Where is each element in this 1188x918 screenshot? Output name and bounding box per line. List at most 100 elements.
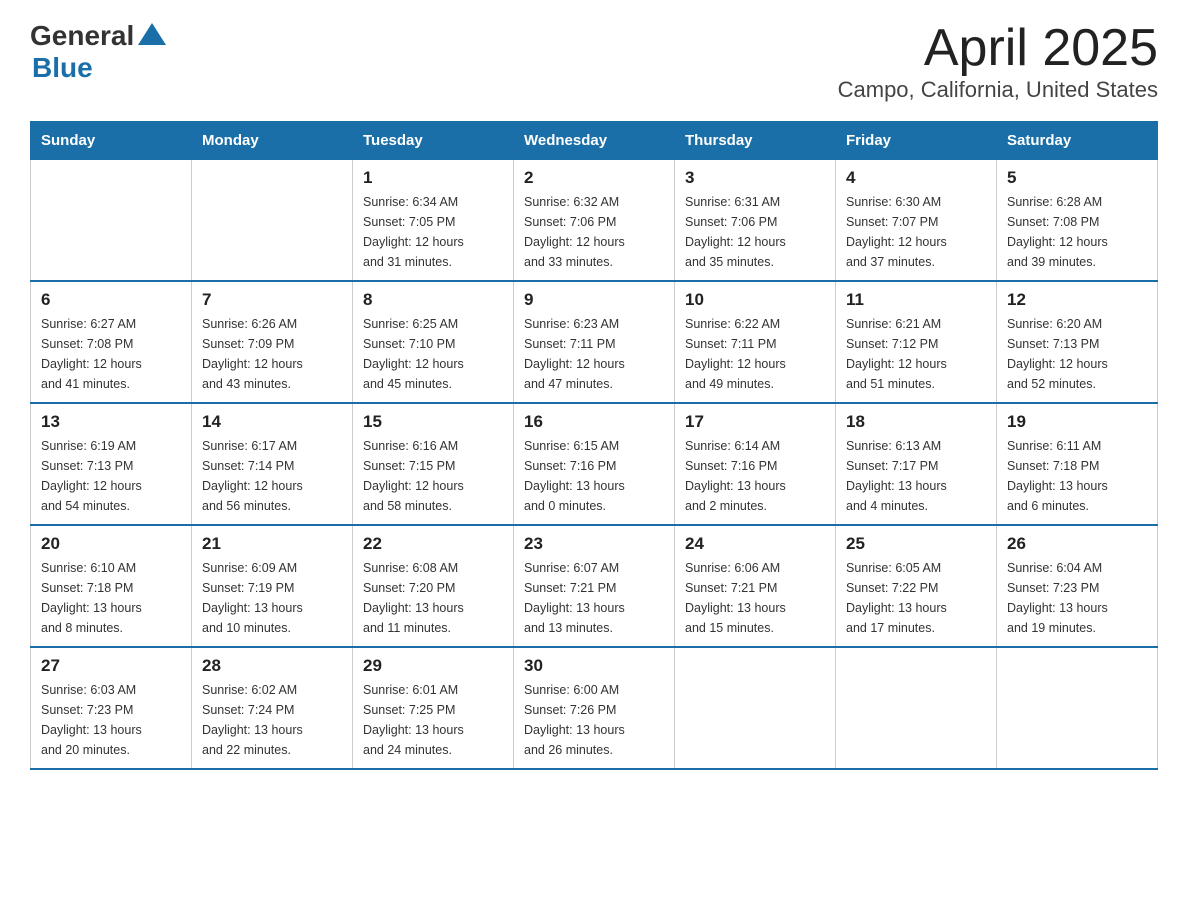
day-number: 4 <box>846 168 986 188</box>
calendar-header-thursday: Thursday <box>675 122 836 160</box>
day-number: 6 <box>41 290 181 310</box>
day-info: Sunrise: 6:10 AM Sunset: 7:18 PM Dayligh… <box>41 558 181 638</box>
day-number: 21 <box>202 534 342 554</box>
logo: General Blue <box>30 20 166 84</box>
logo-blue-text: Blue <box>32 52 166 84</box>
day-number: 8 <box>363 290 503 310</box>
day-number: 10 <box>685 290 825 310</box>
day-number: 12 <box>1007 290 1147 310</box>
calendar-empty-cell <box>997 647 1158 769</box>
day-info: Sunrise: 6:28 AM Sunset: 7:08 PM Dayligh… <box>1007 192 1147 272</box>
day-number: 26 <box>1007 534 1147 554</box>
calendar-day-19: 19Sunrise: 6:11 AM Sunset: 7:18 PM Dayli… <box>997 403 1158 525</box>
day-number: 11 <box>846 290 986 310</box>
day-info: Sunrise: 6:09 AM Sunset: 7:19 PM Dayligh… <box>202 558 342 638</box>
calendar-header-tuesday: Tuesday <box>353 122 514 160</box>
calendar-header-sunday: Sunday <box>31 122 192 160</box>
calendar-header-row: SundayMondayTuesdayWednesdayThursdayFrid… <box>31 122 1158 160</box>
day-info: Sunrise: 6:03 AM Sunset: 7:23 PM Dayligh… <box>41 680 181 760</box>
day-number: 13 <box>41 412 181 432</box>
calendar-day-9: 9Sunrise: 6:23 AM Sunset: 7:11 PM Daylig… <box>514 281 675 403</box>
day-number: 30 <box>524 656 664 676</box>
calendar-day-8: 8 Sunrise: 6:25 AM Sunset: 7:10 PM Daylig… <box>353 281 514 403</box>
calendar-day-20: 20 Sunrise: 6:10 AM Sunset: 7:18 PM Dayli… <box>31 525 192 647</box>
day-number: 29 <box>363 656 503 676</box>
calendar-day-13: 13 Sunrise: 6:19 AM Sunset: 7:13 PM Dayli… <box>31 403 192 525</box>
day-number: 18 <box>846 412 986 432</box>
day-info: Sunrise: 6:02 AM Sunset: 7:24 PM Dayligh… <box>202 680 342 760</box>
calendar-day-21: 21 Sunrise: 6:09 AM Sunset: 7:19 PM Dayli… <box>192 525 353 647</box>
day-info: Sunrise: 6:19 AM Sunset: 7:13 PM Dayligh… <box>41 436 181 516</box>
day-number: 19 <box>1007 412 1147 432</box>
day-number: 14 <box>202 412 342 432</box>
calendar-table: SundayMondayTuesdayWednesdayThursdayFrid… <box>30 121 1158 770</box>
calendar-day-23: 23 Sunrise: 6:07 AM Sunset: 7:21 PM Dayli… <box>514 525 675 647</box>
calendar-day-15: 15 Sunrise: 6:16 AM Sunset: 7:15 PM Dayli… <box>353 403 514 525</box>
calendar-week-row: 27Sunrise: 6:03 AM Sunset: 7:23 PM Dayli… <box>31 647 1158 769</box>
day-info: Sunrise: 6:22 AM Sunset: 7:11 PM Dayligh… <box>685 314 825 394</box>
day-number: 16 <box>524 412 664 432</box>
calendar-subtitle: Campo, California, United States <box>838 77 1158 103</box>
day-number: 24 <box>685 534 825 554</box>
calendar-empty-cell <box>31 160 192 282</box>
calendar-day-25: 25 Sunrise: 6:05 AM Sunset: 7:22 PM Dayli… <box>836 525 997 647</box>
day-number: 5 <box>1007 168 1147 188</box>
calendar-day-10: 10 Sunrise: 6:22 AM Sunset: 7:11 PM Dayli… <box>675 281 836 403</box>
day-info: Sunrise: 6:17 AM Sunset: 7:14 PM Dayligh… <box>202 436 342 516</box>
day-info: Sunrise: 6:01 AM Sunset: 7:25 PM Dayligh… <box>363 680 503 760</box>
day-info: Sunrise: 6:14 AM Sunset: 7:16 PM Dayligh… <box>685 436 825 516</box>
calendar-day-12: 12Sunrise: 6:20 AM Sunset: 7:13 PM Dayli… <box>997 281 1158 403</box>
calendar-day-4: 4 Sunrise: 6:30 AM Sunset: 7:07 PM Daylig… <box>836 160 997 282</box>
calendar-empty-cell <box>675 647 836 769</box>
page-header: General Blue April 2025 Campo, Californi… <box>30 20 1158 103</box>
day-number: 7 <box>202 290 342 310</box>
calendar-week-row: 20 Sunrise: 6:10 AM Sunset: 7:18 PM Dayli… <box>31 525 1158 647</box>
calendar-title: April 2025 <box>838 20 1158 77</box>
calendar-day-7: 7 Sunrise: 6:26 AM Sunset: 7:09 PM Daylig… <box>192 281 353 403</box>
calendar-header-monday: Monday <box>192 122 353 160</box>
day-info: Sunrise: 6:25 AM Sunset: 7:10 PM Dayligh… <box>363 314 503 394</box>
day-number: 3 <box>685 168 825 188</box>
day-info: Sunrise: 6:27 AM Sunset: 7:08 PM Dayligh… <box>41 314 181 394</box>
calendar-header-wednesday: Wednesday <box>514 122 675 160</box>
day-number: 25 <box>846 534 986 554</box>
calendar-header-saturday: Saturday <box>997 122 1158 160</box>
calendar-day-24: 24 Sunrise: 6:06 AM Sunset: 7:21 PM Dayli… <box>675 525 836 647</box>
calendar-week-row: 13 Sunrise: 6:19 AM Sunset: 7:13 PM Dayli… <box>31 403 1158 525</box>
day-number: 17 <box>685 412 825 432</box>
calendar-day-26: 26 Sunrise: 6:04 AM Sunset: 7:23 PM Dayli… <box>997 525 1158 647</box>
calendar-empty-cell <box>836 647 997 769</box>
day-number: 23 <box>524 534 664 554</box>
day-info: Sunrise: 6:04 AM Sunset: 7:23 PM Dayligh… <box>1007 558 1147 638</box>
calendar-day-29: 29 Sunrise: 6:01 AM Sunset: 7:25 PM Dayli… <box>353 647 514 769</box>
calendar-empty-cell <box>192 160 353 282</box>
day-info: Sunrise: 6:32 AM Sunset: 7:06 PM Dayligh… <box>524 192 664 272</box>
day-info: Sunrise: 6:06 AM Sunset: 7:21 PM Dayligh… <box>685 558 825 638</box>
logo-general-text: General <box>30 20 134 52</box>
day-info: Sunrise: 6:16 AM Sunset: 7:15 PM Dayligh… <box>363 436 503 516</box>
day-info: Sunrise: 6:05 AM Sunset: 7:22 PM Dayligh… <box>846 558 986 638</box>
calendar-week-row: 1Sunrise: 6:34 AM Sunset: 7:05 PM Daylig… <box>31 160 1158 282</box>
day-info: Sunrise: 6:13 AM Sunset: 7:17 PM Dayligh… <box>846 436 986 516</box>
calendar-day-28: 28Sunrise: 6:02 AM Sunset: 7:24 PM Dayli… <box>192 647 353 769</box>
calendar-day-14: 14 Sunrise: 6:17 AM Sunset: 7:14 PM Dayli… <box>192 403 353 525</box>
day-number: 1 <box>363 168 503 188</box>
calendar-day-17: 17 Sunrise: 6:14 AM Sunset: 7:16 PM Dayli… <box>675 403 836 525</box>
day-info: Sunrise: 6:21 AM Sunset: 7:12 PM Dayligh… <box>846 314 986 394</box>
day-info: Sunrise: 6:30 AM Sunset: 7:07 PM Dayligh… <box>846 192 986 272</box>
calendar-title-area: April 2025 Campo, California, United Sta… <box>838 20 1158 103</box>
day-info: Sunrise: 6:23 AM Sunset: 7:11 PM Dayligh… <box>524 314 664 394</box>
calendar-day-2: 2Sunrise: 6:32 AM Sunset: 7:06 PM Daylig… <box>514 160 675 282</box>
day-info: Sunrise: 6:00 AM Sunset: 7:26 PM Dayligh… <box>524 680 664 760</box>
day-number: 15 <box>363 412 503 432</box>
calendar-day-18: 18 Sunrise: 6:13 AM Sunset: 7:17 PM Dayli… <box>836 403 997 525</box>
day-info: Sunrise: 6:07 AM Sunset: 7:21 PM Dayligh… <box>524 558 664 638</box>
calendar-day-22: 22Sunrise: 6:08 AM Sunset: 7:20 PM Dayli… <box>353 525 514 647</box>
day-info: Sunrise: 6:31 AM Sunset: 7:06 PM Dayligh… <box>685 192 825 272</box>
day-info: Sunrise: 6:15 AM Sunset: 7:16 PM Dayligh… <box>524 436 664 516</box>
day-number: 22 <box>363 534 503 554</box>
logo-triangle-icon <box>138 23 166 45</box>
day-number: 20 <box>41 534 181 554</box>
calendar-day-16: 16 Sunrise: 6:15 AM Sunset: 7:16 PM Dayli… <box>514 403 675 525</box>
day-info: Sunrise: 6:26 AM Sunset: 7:09 PM Dayligh… <box>202 314 342 394</box>
